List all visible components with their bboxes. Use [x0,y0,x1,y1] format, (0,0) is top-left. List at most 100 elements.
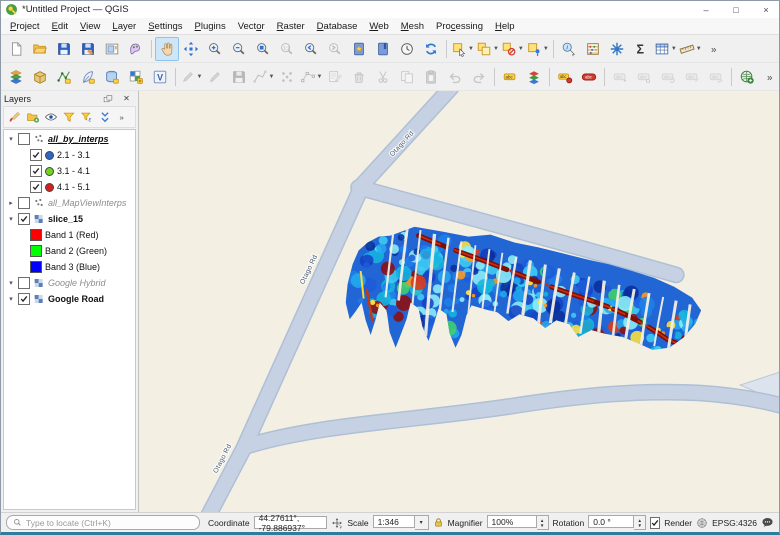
zoom-out-button[interactable] [227,37,251,61]
digitize-with-segment-button[interactable]: ▼ [251,65,275,89]
map-canvas[interactable]: Otago Rd Otago Rd Otago Rd [139,91,779,512]
curved-label-button[interactable]: abc [704,65,728,89]
data-source-manager-button[interactable] [4,65,28,89]
crs-globe-icon[interactable] [696,517,708,529]
layer-labeling-button[interactable]: abc [498,65,522,89]
new-geojson-layer-button[interactable] [76,65,100,89]
toolbar-overflow-button[interactable]: » [703,37,727,61]
save-edits-button[interactable] [227,65,251,89]
select-features-button[interactable]: ▼ [450,37,475,61]
legend-item-2.1 - 3.1[interactable]: 2.1 - 3.1 [4,147,135,163]
expand-collapse-all-button[interactable] [96,109,113,126]
current-edits-button[interactable]: ▼ [179,65,203,89]
deselect-features-button[interactable]: ▼ [500,37,525,61]
layer-visibility-checkbox[interactable] [18,293,30,305]
select-by-form-button[interactable]: ▼ [525,37,550,61]
expander-icon[interactable]: ▾ [7,295,15,303]
menu-web[interactable]: Web [363,20,394,33]
layer-item-Google Road[interactable]: ▾Google Road [4,291,135,307]
menu-raster[interactable]: Raster [271,20,311,33]
new-geopackage-layer-button[interactable] [28,65,52,89]
zoom-next-button[interactable] [323,37,347,61]
vertex-tool-button[interactable]: ▼ [299,65,323,89]
new-shapefile-layer-button[interactable] [52,65,76,89]
statistical-summary-button[interactable]: Σ [629,37,653,61]
layer-diagram-button[interactable] [522,65,546,89]
magnifier-spin-buttons[interactable]: ▲▼ [537,515,549,530]
zoom-last-button[interactable] [299,37,323,61]
lock-scale-icon[interactable] [433,517,444,528]
menu-settings[interactable]: Settings [142,20,188,33]
filter-by-expression-button[interactable]: ε [78,109,95,126]
show-hide-labels-button[interactable]: abc [632,65,656,89]
menu-view[interactable]: View [74,20,106,33]
metasearch-button[interactable] [735,65,759,89]
panel-overflow-button[interactable]: » [114,109,131,126]
rotate-label-button[interactable]: abc [656,65,680,89]
menu-vector[interactable]: Vector [232,20,271,33]
extents-toggle-icon[interactable] [331,517,343,529]
layer-item-slice_15[interactable]: ▾slice_15 [4,211,135,227]
new-project-button[interactable] [4,37,28,61]
zoom-full-button[interactable] [251,37,275,61]
temporal-controller-button[interactable] [395,37,419,61]
pan-map-button[interactable] [155,37,179,61]
legend-item-Band 1 (Red)[interactable]: Band 1 (Red) [4,227,135,243]
magnifier-spinbox[interactable]: 100% [487,515,537,528]
save-project-as-button[interactable] [76,37,100,61]
change-label-button[interactable]: abc [680,65,704,89]
save-project-button[interactable] [52,37,76,61]
filter-legend-button[interactable] [60,109,77,126]
close-button[interactable]: × [753,1,779,18]
rotation-spinbox[interactable]: 0.0 ° [588,515,634,528]
locator-search-input[interactable]: Type to locate (Ctrl+K) [6,515,200,530]
undo-button[interactable] [443,65,467,89]
legend-item-Band 2 (Green)[interactable]: Band 2 (Green) [4,243,135,259]
zoom-in-button[interactable] [203,37,227,61]
layer-item-all_by_interps[interactable]: ▾all_by_interps [4,131,135,147]
rotation-spin-buttons[interactable]: ▲▼ [634,515,646,530]
panel-float-icon[interactable] [99,90,116,107]
measure-button[interactable]: ▼ [678,37,703,61]
attribute-table-button[interactable]: ▼ [653,37,678,61]
paste-features-button[interactable] [419,65,443,89]
expander-icon[interactable]: ▾ [7,135,15,143]
layer-visibility-checkbox[interactable] [30,181,42,193]
menu-plugins[interactable]: Plugins [189,20,232,33]
menu-project[interactable]: Project [4,20,46,33]
field-calculator-button[interactable] [581,37,605,61]
layer-visibility-checkbox[interactable] [30,149,42,161]
toolbar-overflow-button[interactable]: » [759,65,780,89]
minimize-button[interactable]: – [693,1,719,18]
crs-status[interactable]: EPSG:4326 [712,518,757,528]
layer-visibility-checkbox[interactable] [18,197,30,209]
layer-item-Google Hybrid[interactable]: ▾Google Hybrid [4,275,135,291]
layer-visibility-checkbox[interactable] [18,277,30,289]
identify-features-button[interactable]: i [557,37,581,61]
new-virtual-layer-button[interactable]: V [148,65,172,89]
new-spatialite-layer-button[interactable] [100,65,124,89]
pin-labels-button[interactable]: abc [553,65,577,89]
expander-icon[interactable]: ▾ [7,215,15,223]
copy-features-button[interactable] [395,65,419,89]
messages-icon[interactable] [761,516,774,529]
menu-edit[interactable]: Edit [46,20,74,33]
modify-attributes-button[interactable] [323,65,347,89]
legend-item-3.1 - 4.1[interactable]: 3.1 - 4.1 [4,163,135,179]
scale-dropdown-button[interactable]: ▾ [415,515,429,530]
layer-item-all_MapViewInterps[interactable]: ▸all_MapViewInterps [4,195,135,211]
toggle-editing-button[interactable] [203,65,227,89]
open-layer-styling-button[interactable] [6,109,23,126]
legend-item-4.1 - 5.1[interactable]: 4.1 - 5.1 [4,179,135,195]
legend-item-Band 3 (Blue)[interactable]: Band 3 (Blue) [4,259,135,275]
menu-help[interactable]: Help [489,20,521,33]
menu-database[interactable]: Database [311,20,364,33]
processing-toolbox-button[interactable] [605,37,629,61]
expander-icon[interactable]: ▸ [7,199,15,207]
panel-close-icon[interactable]: ✕ [118,90,135,107]
expander-icon[interactable]: ▾ [7,279,15,287]
menu-layer[interactable]: Layer [106,20,142,33]
maximize-button[interactable]: □ [723,1,749,18]
style-manager-button[interactable] [124,37,148,61]
show-bookmarks-button[interactable] [371,37,395,61]
